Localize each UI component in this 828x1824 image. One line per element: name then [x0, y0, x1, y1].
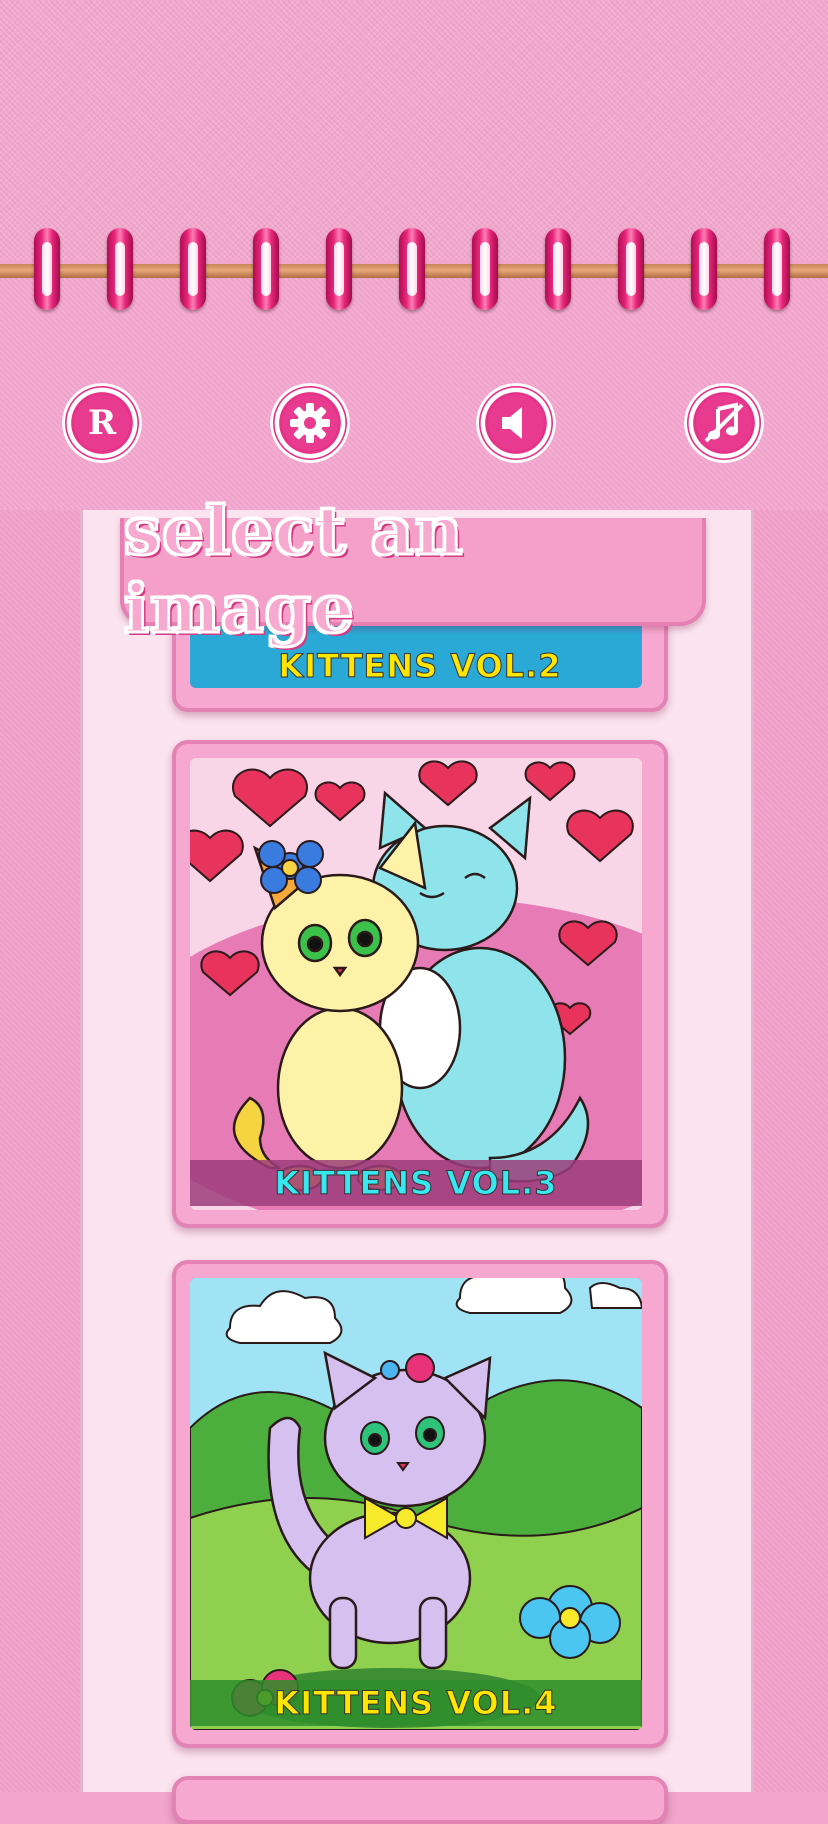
card-label: KITTENS VOL.3	[190, 1160, 642, 1206]
kittens-vol4-thumbnail	[190, 1278, 642, 1730]
image-card-kittens-vol4[interactable]: KITTENS VOL.4	[172, 1260, 668, 1748]
left-side-panel	[0, 510, 80, 1792]
ring	[618, 228, 644, 310]
music-button[interactable]	[684, 383, 764, 463]
ring	[34, 228, 60, 310]
ring	[472, 228, 498, 310]
restore-button[interactable]: R	[62, 383, 142, 463]
ring	[326, 228, 352, 310]
kittens-vol3-thumbnail	[190, 758, 642, 1210]
image-card-next[interactable]	[172, 1776, 668, 1824]
settings-button[interactable]	[270, 383, 350, 463]
title-banner: select an image	[120, 491, 706, 650]
ring	[691, 228, 717, 310]
restore-icon: R	[74, 395, 130, 451]
card-label: KITTENS VOL.4	[190, 1680, 642, 1726]
ring	[180, 228, 206, 310]
ring	[545, 228, 571, 310]
ring	[107, 228, 133, 310]
gear-icon	[282, 395, 338, 451]
sound-button[interactable]	[476, 383, 556, 463]
binding-rings	[0, 228, 828, 314]
ring	[764, 228, 790, 310]
page-title: select an image	[123, 491, 465, 650]
speaker-icon	[488, 395, 544, 451]
card-label: KITTENS VOL.2	[278, 647, 562, 686]
music-muted-icon	[696, 395, 752, 451]
notebook-cover	[0, 0, 828, 260]
image-card-kittens-vol3[interactable]: KITTENS VOL.3	[172, 740, 668, 1228]
right-side-panel	[748, 510, 828, 1792]
ring	[399, 228, 425, 310]
ring	[253, 228, 279, 310]
